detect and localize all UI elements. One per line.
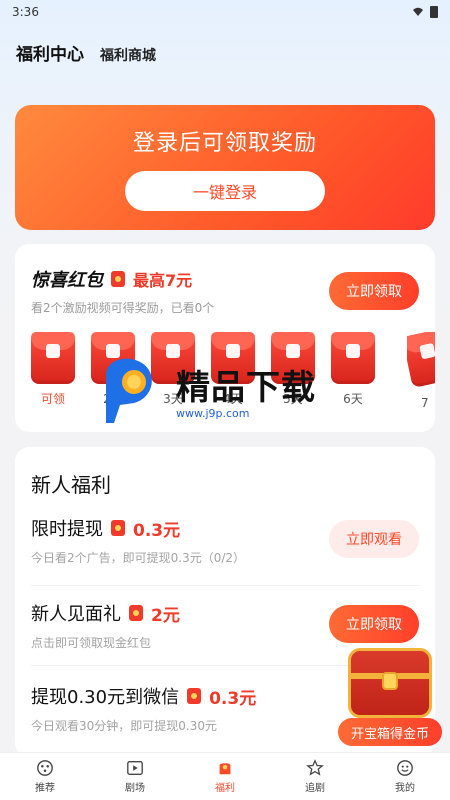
envelope-day-7-partial[interactable]: 7天	[407, 332, 435, 410]
redpacket-icon	[407, 332, 435, 389]
login-card: 登录后可领取奖励 一键登录	[15, 105, 435, 230]
task-row-2: 新人见面礼 2元 点击即可领取现金红包	[31, 600, 180, 651]
nav-theater[interactable]: 剧场	[90, 753, 180, 800]
newbie-title: 新人福利	[31, 473, 111, 497]
tab-welfare-mall[interactable]: 福利商城	[100, 45, 156, 65]
watch-now-button[interactable]: 立即观看	[329, 520, 419, 558]
nav-label: 我的	[395, 783, 415, 794]
recommend-icon	[37, 760, 53, 776]
task-row-1: 限时提现 0.3元 今日看2个广告，即可提现0.3元（0/2）	[31, 515, 245, 566]
task-title-text: 限时提现	[31, 519, 103, 540]
surprise-title-row: 惊喜红包 最高7元	[31, 266, 192, 292]
surprise-title: 惊喜红包	[31, 270, 103, 291]
login-title: 登录后可领取奖励	[132, 131, 317, 156]
status-icons	[412, 6, 438, 18]
follow-icon	[306, 759, 324, 776]
tab-welfare-center[interactable]: 福利中心	[16, 40, 84, 65]
treasure-chest-widget[interactable]: 开宝箱得金币	[338, 648, 448, 748]
nav-recommend[interactable]: 推荐	[0, 753, 90, 800]
nav-follow[interactable]: 追剧	[270, 753, 360, 800]
watermark-text: 精品下载 www.j9p.com	[176, 360, 316, 420]
nav-profile[interactable]: 我的	[360, 753, 450, 800]
envelope-label: 7天	[421, 396, 429, 410]
wifi-icon	[413, 7, 423, 16]
task-subtitle: 点击即可领取现金红包	[31, 636, 152, 650]
envelope-label: 可领	[40, 392, 65, 406]
watermark-logo	[100, 355, 164, 425]
one-click-login-button[interactable]: 一键登录	[125, 171, 325, 211]
task-title: 提现0.30元到微信 0.3元	[31, 683, 256, 709]
watermark: 精品下载 www.j9p.com	[100, 350, 380, 430]
nav-label: 追剧	[305, 783, 325, 794]
p-logo-icon	[106, 358, 152, 423]
theater-icon	[127, 761, 143, 775]
redpacket-icon	[111, 271, 125, 287]
surprise-claim-button[interactable]: 立即领取	[329, 272, 419, 310]
nav-label: 推荐	[35, 783, 55, 794]
task-reward: 2元	[151, 605, 180, 626]
surprise-subtitle: 看2个激励视频可得奖励，已看0个	[31, 301, 215, 315]
newbie-claim-button[interactable]: 立即领取	[329, 605, 419, 643]
task-title: 限时提现 0.3元	[31, 515, 245, 541]
task-subtitle: 今日看2个广告，即可提现0.3元（0/2）	[31, 551, 246, 565]
redpacket-icon	[111, 520, 125, 536]
battery-icon	[430, 6, 438, 18]
surprise-max-reward: 最高7元	[133, 271, 193, 290]
redpacket-icon	[129, 605, 143, 621]
task-reward: 0.3元	[133, 520, 181, 541]
task-row-3: 提现0.30元到微信 0.3元 今日观看30分钟，即可提现0.30元	[31, 683, 256, 734]
lock-icon	[382, 672, 398, 690]
task-subtitle: 今日观看30分钟，即可提现0.30元	[31, 719, 217, 733]
status-time: 3:36	[12, 5, 39, 19]
nav-label: 剧场	[125, 783, 145, 794]
redpacket-icon	[31, 332, 75, 384]
status-bar: 3:36	[0, 0, 450, 24]
open-treasure-button[interactable]: 开宝箱得金币	[338, 718, 442, 746]
top-tabs: 福利中心 福利商城	[16, 40, 156, 65]
nav-label: 福利	[215, 783, 235, 794]
task-title-text: 新人见面礼	[31, 604, 121, 625]
profile-icon	[397, 760, 413, 776]
welfare-icon	[219, 763, 231, 775]
divider	[31, 585, 419, 586]
watermark-main: 精品下载	[176, 368, 316, 408]
task-title-text: 提现0.30元到微信	[31, 687, 180, 708]
redpacket-icon	[187, 688, 202, 704]
nav-welfare[interactable]: 福利	[180, 753, 270, 800]
task-title: 新人见面礼 2元	[31, 600, 180, 626]
envelope-day-1[interactable]: 可领	[31, 332, 75, 407]
task-reward: 0.3元	[209, 688, 257, 709]
bottom-nav: 推荐 剧场 福利 追剧 我的	[0, 752, 450, 800]
